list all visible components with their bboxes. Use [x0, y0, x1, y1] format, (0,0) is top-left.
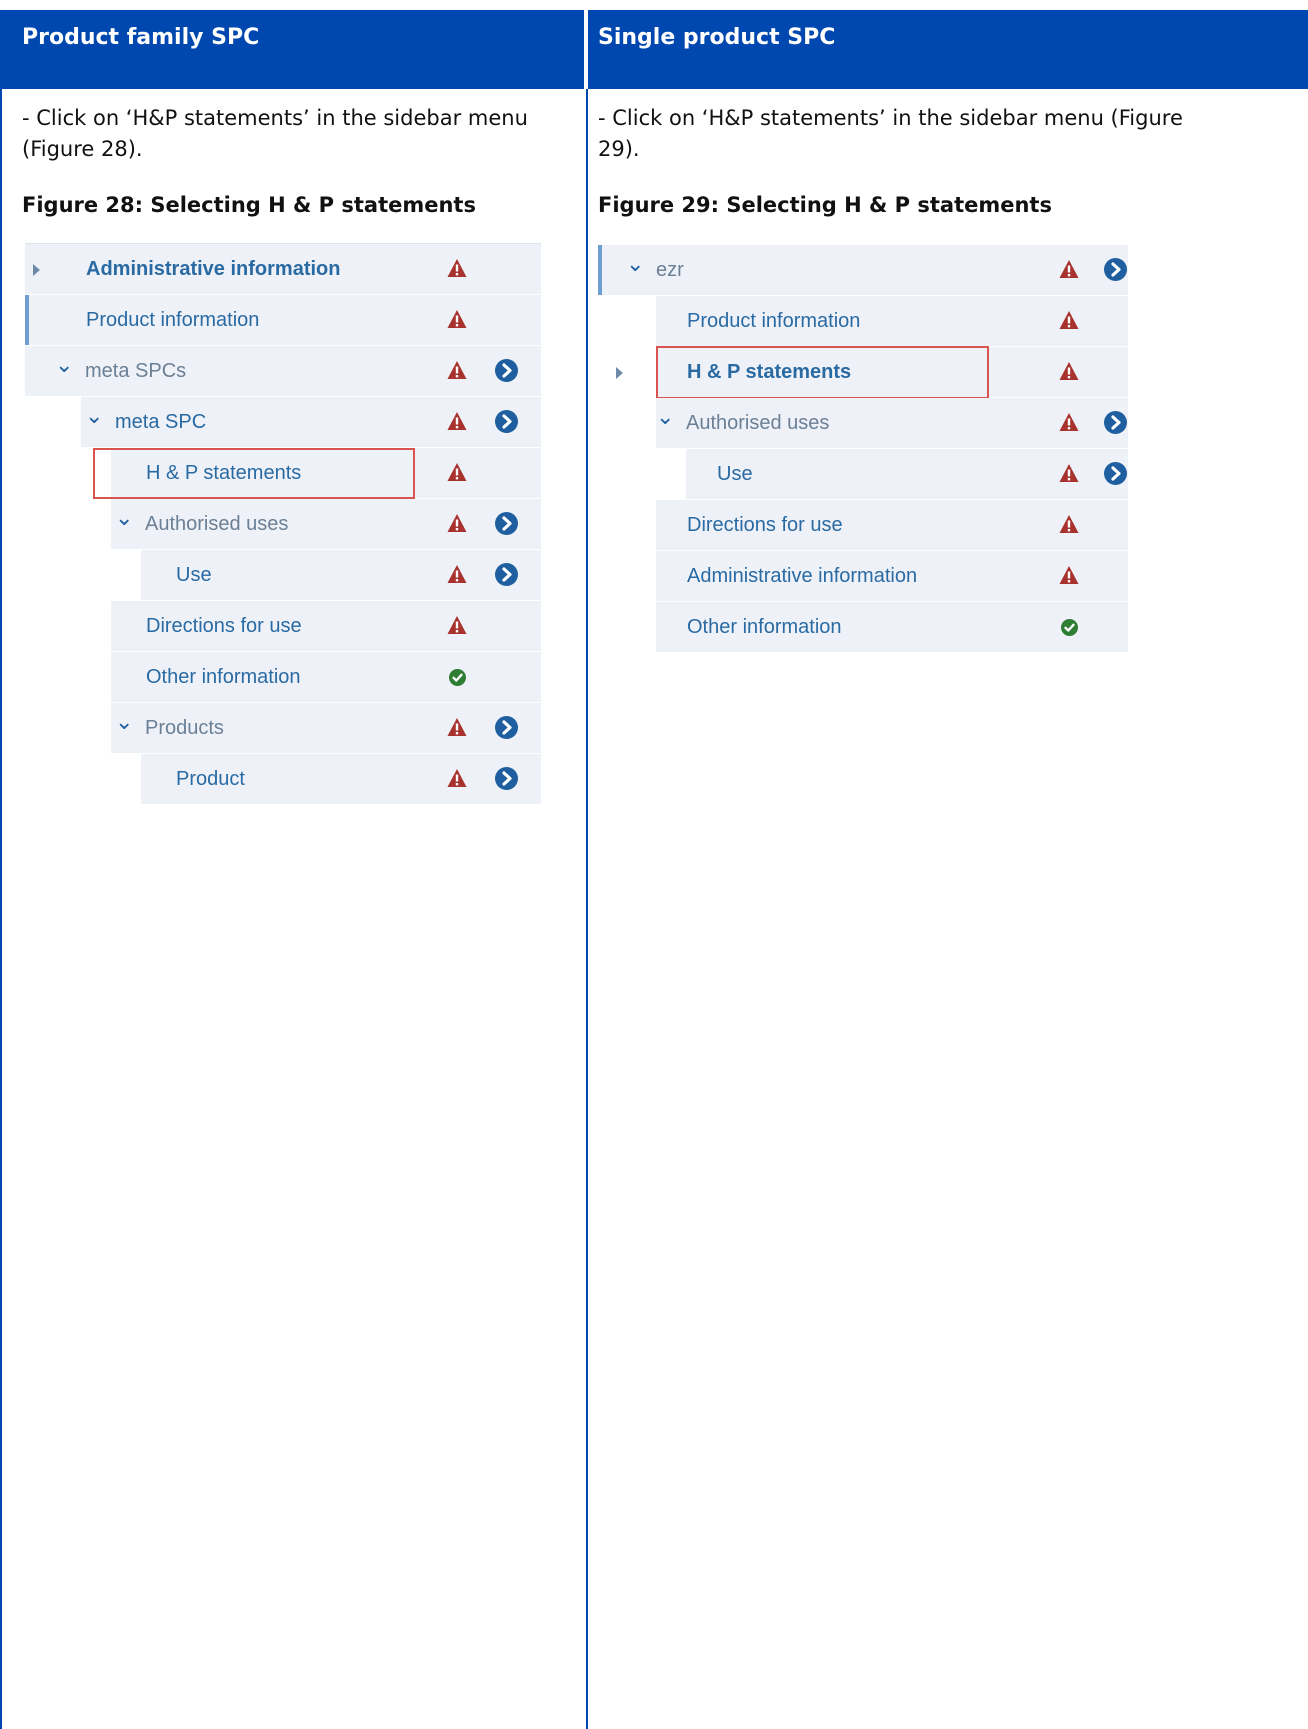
chevron-down-icon[interactable]: ⌄ [115, 703, 133, 754]
sidebar-item-label: Product information [687, 310, 861, 332]
sidebar-item-product[interactable]: Product [25, 754, 541, 805]
sidebar-item-meta-spc[interactable]: ⌄ meta SPC [25, 397, 541, 448]
selected-indicator [598, 245, 602, 295]
sidebar-item-directions-for-use[interactable]: Directions for use [25, 601, 541, 652]
chevron-right-circle-icon[interactable] [495, 359, 518, 382]
sidebar-item-label: Product [176, 768, 245, 790]
sidebar-item-label: Directions for use [146, 615, 302, 637]
sidebar-item-label: ezr [656, 259, 684, 281]
figure-caption: Figure 29: Selecting H & P statements [598, 193, 1052, 217]
sidebar-item-ezr[interactable]: ⌄ ezr [598, 245, 1128, 296]
chevron-right-circle-icon[interactable] [1104, 258, 1127, 281]
sidebar-item-authorised-uses[interactable]: ⌄ Authorised uses [25, 499, 541, 550]
left-column: - Click on ‘H&P statements’ in the sideb… [0, 89, 588, 1729]
warning-icon [1059, 514, 1079, 534]
sidebar-item-h-and-p-statements[interactable]: H & P statements [25, 448, 541, 499]
warning-icon [447, 717, 467, 737]
sidebar-item-label: Product information [86, 309, 260, 331]
instruction-text: - Click on ‘H&P statements’ in the sideb… [598, 106, 1183, 161]
sidebar-item-product-information[interactable]: Product information [598, 296, 1128, 347]
sidebar-item-products[interactable]: ⌄ Products [25, 703, 541, 754]
sidebar-item-administrative-information[interactable]: Administrative information [25, 244, 541, 295]
sidebar-item-h-and-p-statements[interactable]: H & P statements [598, 346, 1128, 399]
sidebar-item-product-information[interactable]: Product information [25, 295, 541, 346]
sidebar-item-label: Administrative information [687, 565, 918, 587]
warning-icon [447, 513, 467, 533]
warning-icon [447, 309, 467, 329]
sidebar-item-label: Authorised uses [145, 513, 289, 535]
warning-icon [1059, 259, 1079, 279]
sidebar-item-label: Administrative information [86, 258, 341, 280]
caret-right-icon[interactable] [616, 367, 623, 379]
chevron-right-circle-icon[interactable] [495, 512, 518, 535]
warning-icon [447, 564, 467, 584]
sidebar-tree: ⌄ ezr Product information H & P statements ⌄… [598, 245, 1128, 653]
highlight-box [656, 346, 989, 399]
warning-icon [1059, 463, 1079, 483]
sidebar-item-label: Other information [146, 666, 301, 688]
instruction-text: - Click on ‘H&P statements’ in the sideb… [22, 106, 528, 161]
sidebar-item-use[interactable]: Use [598, 449, 1128, 500]
warning-icon [1059, 565, 1079, 585]
warning-icon [447, 615, 467, 635]
warning-icon [1059, 361, 1079, 381]
chevron-right-circle-icon[interactable] [495, 767, 518, 790]
sidebar-item-label: Authorised uses [686, 412, 830, 434]
warning-icon [447, 462, 467, 482]
chevron-down-icon[interactable]: ⌄ [55, 346, 73, 397]
highlight-box [93, 448, 415, 499]
selected-indicator [25, 295, 29, 345]
sidebar-item-meta-spcs[interactable]: ⌄ meta SPCs [25, 346, 541, 397]
check-circle-icon [449, 669, 466, 686]
sidebar-item-label: Use [717, 463, 753, 485]
chevron-right-circle-icon[interactable] [1104, 462, 1127, 485]
warning-icon [447, 411, 467, 431]
right-column: - Click on ‘H&P statements’ in the sideb… [588, 89, 1308, 1729]
sidebar-item-other-information[interactable]: Other information [598, 602, 1128, 653]
sidebar-item-label: Other information [687, 616, 842, 638]
column-header-single-product: Single product SPC [588, 10, 1308, 89]
sidebar-item-label: meta SPCs [85, 360, 187, 382]
sidebar-item-label: Products [145, 717, 224, 739]
check-circle-icon [1061, 619, 1078, 636]
chevron-right-circle-icon[interactable] [495, 716, 518, 739]
sidebar-item-label: Use [176, 564, 212, 586]
sidebar-item-authorised-uses[interactable]: ⌄ Authorised uses [598, 398, 1128, 449]
column-header-product-family: Product family SPC [0, 10, 586, 89]
chevron-right-circle-icon[interactable] [1104, 411, 1127, 434]
sidebar-item-label: meta SPC [115, 411, 207, 433]
column-header-title: Product family SPC [22, 25, 260, 50]
column-header-title: Single product SPC [598, 25, 836, 50]
warning-icon [1059, 412, 1079, 432]
chevron-right-circle-icon[interactable] [495, 410, 518, 433]
sidebar-item-directions-for-use[interactable]: Directions for use [598, 500, 1128, 551]
warning-icon [1059, 310, 1079, 330]
chevron-down-icon[interactable]: ⌄ [656, 398, 674, 449]
sidebar-item-use[interactable]: Use [25, 550, 541, 601]
caret-right-icon[interactable] [33, 264, 40, 276]
chevron-right-circle-icon[interactable] [495, 563, 518, 586]
warning-icon [447, 768, 467, 788]
chevron-down-icon[interactable]: ⌄ [115, 499, 133, 550]
sidebar-item-label: Directions for use [687, 514, 843, 536]
warning-icon [447, 258, 467, 278]
sidebar-item-administrative-information[interactable]: Administrative information [598, 551, 1128, 602]
chevron-down-icon[interactable]: ⌄ [85, 397, 103, 448]
chevron-down-icon[interactable]: ⌄ [626, 245, 644, 296]
sidebar-tree: Administrative information Product inform… [25, 243, 541, 805]
figure-caption: Figure 28: Selecting H & P statements [22, 193, 476, 217]
warning-icon [447, 360, 467, 380]
sidebar-item-other-information[interactable]: Other information [25, 652, 541, 703]
